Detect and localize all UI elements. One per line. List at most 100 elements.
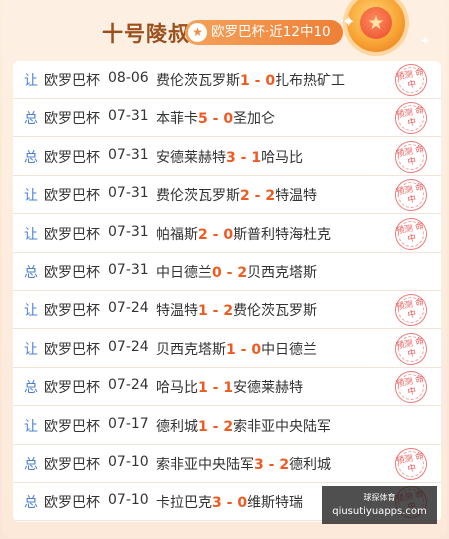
match-row[interactable]: 总欧罗巴杯 07-24 哈马比1 - 1安德莱赫特 预测 命中 [13,368,441,407]
home-score: 1 [198,418,208,435]
card-frame: 十号陵叔 ★ 欧罗巴杯·近12中10 ★ ✦ ✦ 让欧罗巴杯 08-06 费伦茨瓦罗… [2,0,447,537]
competition-name: 欧罗巴杯 [44,188,100,205]
match-row[interactable]: 让欧罗巴杯 07-17 德利城1 - 2索非亚中央陆军 [13,407,441,445]
match-result: 贝西克塔斯1 - 0中日德兰 [156,339,317,359]
match-row[interactable]: 让欧罗巴杯 07-31 帕福斯2 - 0斯普利特海杜克 预测 命中 [13,214,441,253]
score-separator: - [221,495,238,512]
match-result: 德利城1 - 2索非亚中央陆军 [156,416,331,436]
away-team: 斯普利特海杜克 [233,226,332,243]
bet-type-label: 让 [24,226,38,243]
away-team: 索非亚中央陆军 [233,418,332,435]
away-score: 0 [223,226,234,243]
prediction-hit-stamp-icon: 预测 命中 [392,445,430,483]
prediction-hit-stamp-icon: 预测 命中 [392,99,430,138]
match-date: 07-31 [108,146,149,163]
match-result: 帕福斯2 - 0斯普利特海杜克 [156,224,331,244]
sparkle-icon: ✦ [420,34,431,49]
score-separator: - [207,111,224,128]
bet-type-label: 总 [24,149,38,166]
expert-name[interactable]: 十号陵叔 [102,18,190,48]
prediction-hit-stamp-icon: 预测 命中 [392,368,430,407]
match-result: 索非亚中央陆军3 - 2德利城 [156,454,331,474]
match-date: 07-24 [108,300,149,317]
competition-name: 欧罗巴杯 [44,418,100,435]
away-score: 0 [237,495,248,512]
score-separator: - [249,73,266,89]
match-date: 07-10 [108,492,149,509]
star-icon: ★ [188,23,207,42]
competition-name: 欧罗巴杯 [44,73,100,89]
home-team: 中日德兰 [156,265,212,281]
home-score: 1 [198,380,208,397]
competition-name: 欧罗巴杯 [44,303,100,320]
away-score: 2 [223,418,234,435]
home-team: 本菲卡 [156,111,198,128]
match-row[interactable]: 让欧罗巴杯 07-24 贝西克塔斯1 - 0中日德兰 预测 命中 [13,329,441,368]
away-score: 2 [265,188,276,205]
prediction-hit-stamp-icon: 预测 命中 [392,176,430,215]
bet-type-label: 让 [24,73,38,89]
match-row[interactable]: 让欧罗巴杯 08-06 费伦茨瓦罗斯1 - 0扎布热矿工 预测 命中 [13,61,441,99]
bet-type-label: 让 [24,303,38,320]
match-row[interactable]: 总欧罗巴杯 07-31 本菲卡5 - 0圣加仑 预测 命中 [13,99,441,138]
bet-type-label: 总 [24,111,38,128]
score-separator: - [207,303,224,320]
match-result: 本菲卡5 - 0圣加仑 [156,108,275,128]
away-score: 0 [251,341,262,358]
home-score: 3 [212,495,222,512]
match-result: 卡拉巴克3 - 0维斯特瑞 [156,492,303,512]
home-score: 1 [240,73,250,89]
away-team: 安德莱赫特 [233,380,304,397]
match-row[interactable]: 让欧罗巴杯 07-31 费伦茨瓦罗斯2 - 2特温特 预测 命中 [13,176,441,215]
record-badge: ★ 欧罗巴杯·近12中10 [185,20,343,45]
away-score: 0 [223,111,234,128]
home-team: 哈马比 [156,380,198,397]
medal-star-icon: ★ [360,7,392,39]
competition-name: 欧罗巴杯 [44,380,100,397]
home-score: 3 [226,149,236,166]
home-team: 贝西克塔斯 [156,341,226,358]
watermark-url: qiusutiyuapps.com [332,506,427,517]
home-team: 费伦茨瓦罗斯 [156,73,240,89]
home-score: 1 [198,303,208,320]
competition-name: 欧罗巴杯 [44,111,100,128]
match-row[interactable]: 总欧罗巴杯 07-31 安德莱赫特3 - 1哈马比 预测 命中 [13,137,441,176]
bet-type-label: 总 [24,457,38,473]
score-separator: - [207,380,224,397]
watermark-logo-text: 球探体育 [363,493,396,502]
prediction-hit-stamp-icon: 预测 命中 [392,291,430,330]
match-result: 安德莱赫特3 - 1哈马比 [156,147,303,167]
away-team: 中日德兰 [261,341,318,358]
competition-name: 欧罗巴杯 [44,495,100,512]
prediction-list: 让欧罗巴杯 08-06 费伦茨瓦罗斯1 - 0扎布热矿工 预测 命中总欧罗巴杯 07-3… [13,61,441,522]
bet-type-label: 让 [24,418,38,435]
score-separator: - [249,188,266,205]
match-row[interactable]: 总欧罗巴杯 07-10 索非亚中央陆军3 - 2德利城 预测 命中 [13,445,441,483]
home-team: 安德莱赫特 [156,149,226,166]
away-score: 2 [223,303,234,320]
away-team: 哈马比 [261,149,304,166]
match-result: 费伦茨瓦罗斯2 - 2特温特 [156,185,317,205]
star-medal-icon: ★ [347,0,405,52]
home-team: 索非亚中央陆军 [156,457,254,473]
match-row[interactable]: 让欧罗巴杯 07-24 特温特1 - 2费伦茨瓦罗斯 预测 命中 [13,291,441,330]
home-score: 2 [240,188,250,205]
match-row[interactable]: 总欧罗巴杯 07-31 中日德兰0 - 2贝西克塔斯 [13,253,441,291]
away-score: 2 [237,265,248,281]
match-date: 07-31 [108,108,149,125]
away-score: 0 [265,73,276,89]
away-team: 费伦茨瓦罗斯 [233,303,318,320]
match-date: 07-17 [108,415,149,432]
away-team: 扎布热矿工 [275,73,346,89]
away-score: 1 [251,149,262,166]
sparkle-icon: ✦ [342,12,356,31]
prediction-hit-stamp-icon: 预测 命中 [392,329,430,368]
score-separator: - [235,149,252,166]
bet-type-label: 让 [24,188,38,205]
home-score: 5 [198,111,208,128]
record-badge-label: 欧罗巴杯·近12中10 [211,24,331,40]
match-date: 07-24 [108,338,149,355]
away-score: 1 [223,380,234,397]
bet-type-label: 总 [24,265,38,281]
prediction-hit-stamp-icon: 预测 命中 [392,61,430,99]
